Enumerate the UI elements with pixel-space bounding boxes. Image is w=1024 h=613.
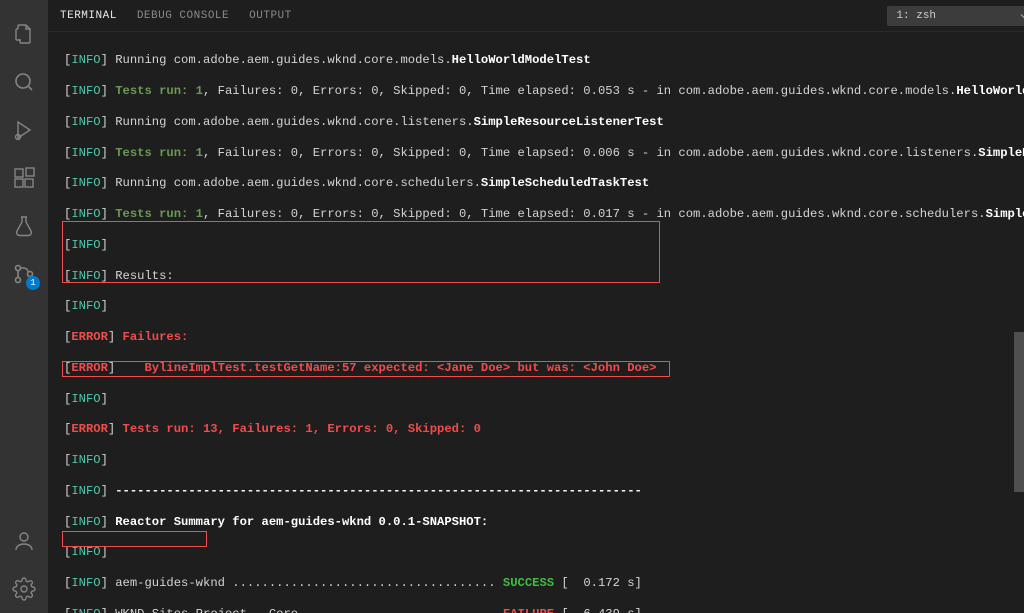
settings-gear-icon[interactable] — [0, 565, 48, 613]
search-icon[interactable] — [0, 58, 48, 106]
scm-badge: 1 — [26, 276, 40, 290]
terminal-shell-select[interactable]: 1: zsh — [887, 6, 1024, 26]
extensions-icon[interactable] — [0, 154, 48, 202]
activity-bar: 1 — [0, 0, 48, 613]
panel-area: TERMINAL DEBUG CONSOLE OUTPUT 1: zsh — [48, 0, 1024, 613]
tab-terminal[interactable]: TERMINAL — [60, 10, 117, 22]
scrollbar-thumb[interactable] — [1014, 332, 1024, 492]
chevron-down-icon — [1018, 10, 1024, 26]
run-debug-icon[interactable] — [0, 106, 48, 154]
panel-tabs: TERMINAL DEBUG CONSOLE OUTPUT 1: zsh — [48, 0, 1024, 32]
terminal-output[interactable]: [INFO] Running com.adobe.aem.guides.wknd… — [48, 32, 1024, 613]
accounts-icon[interactable] — [0, 517, 48, 565]
source-control-icon[interactable]: 1 — [0, 250, 48, 298]
shell-label: 1: zsh — [896, 10, 936, 22]
scrollbar-track[interactable] — [1014, 32, 1024, 613]
testing-icon[interactable] — [0, 202, 48, 250]
explorer-icon[interactable] — [0, 10, 48, 58]
tab-output[interactable]: OUTPUT — [249, 10, 292, 22]
tab-debug-console[interactable]: DEBUG CONSOLE — [137, 10, 229, 22]
